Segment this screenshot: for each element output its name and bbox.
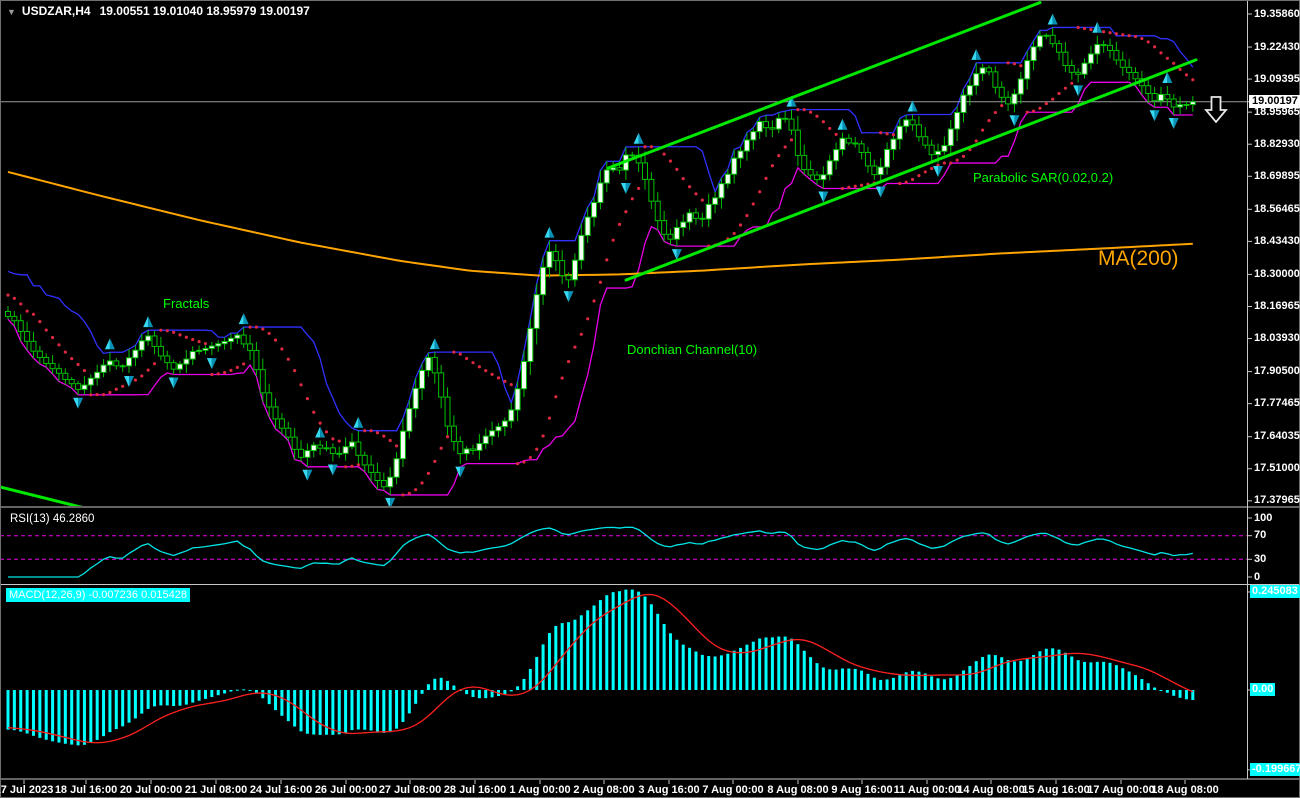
chart-canvas[interactable] [0,0,1300,798]
terminal-chart-window: ▼USDZAR,H419.00551 19.01040 18.95979 19.… [0,0,1300,798]
